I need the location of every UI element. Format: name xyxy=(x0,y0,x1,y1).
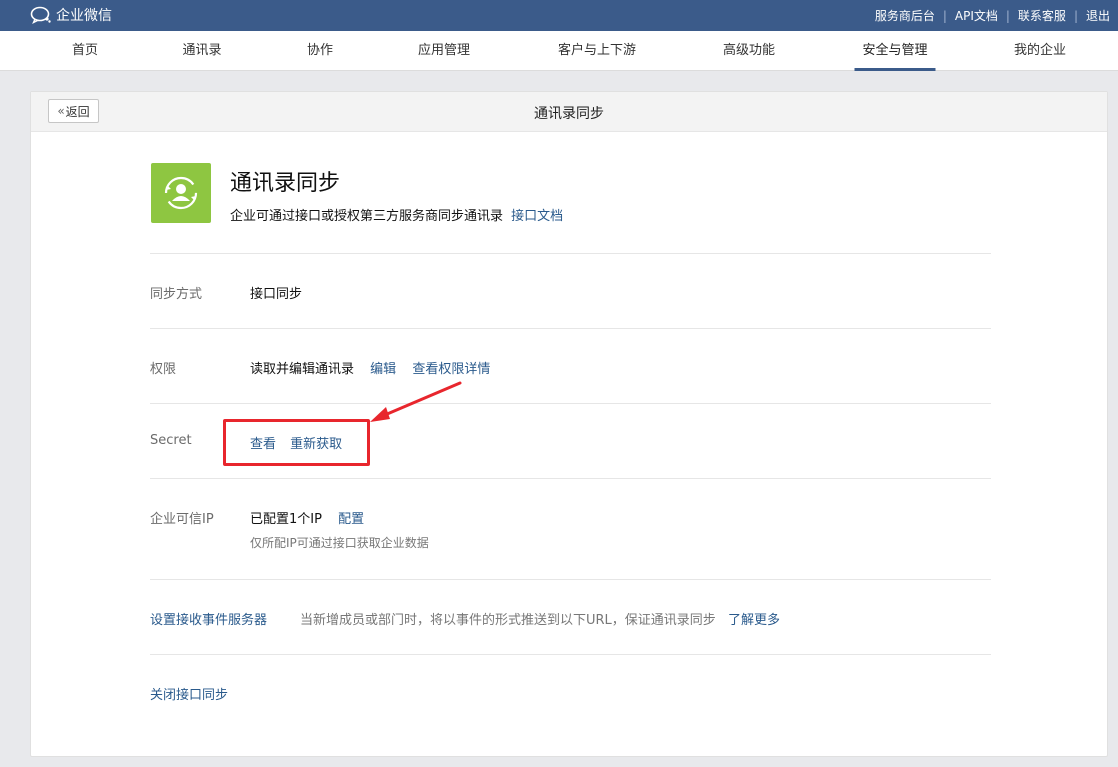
content-card: « 返回 通讯录同步 通讯录同步 企业可通过接口或授权第三方服务商同步通讯录 接… xyxy=(30,91,1108,757)
app-name: 通讯录同步 xyxy=(230,171,341,196)
nav-app-management[interactable]: 应用管理 xyxy=(418,31,470,71)
event-server-hint: 当新增成员或部门时，将以事件的形式推送到以下URL，保证通讯录同步 xyxy=(300,613,716,628)
api-doc-link[interactable]: 接口文档 xyxy=(511,209,563,224)
nav-contacts[interactable]: 通讯录 xyxy=(182,31,221,71)
wecom-logo-icon xyxy=(30,6,51,24)
divider xyxy=(150,253,991,254)
nav-collaboration[interactable]: 协作 xyxy=(307,31,333,71)
arrow-annotation-icon xyxy=(370,381,462,422)
card-header: « 返回 通讯录同步 xyxy=(31,92,1107,132)
brand-logo[interactable]: 企业微信 xyxy=(30,5,112,25)
trusted-ip-label: 企业可信IP xyxy=(150,512,214,527)
top-bar: 企业微信 服务商后台 | API文档 | 联系客服 | 退出 xyxy=(0,0,1118,31)
divider: | xyxy=(1073,8,1078,23)
sync-mode-label: 同步方式 xyxy=(150,287,203,302)
user-sync-icon xyxy=(164,176,198,210)
api-docs-link[interactable]: API文档 xyxy=(955,7,998,24)
divider xyxy=(150,328,991,329)
divider xyxy=(150,478,991,479)
app-description-text: 企业可通过接口或授权第三方服务商同步通讯录 xyxy=(230,209,504,224)
main-nav: 首页 通讯录 协作 应用管理 客户与上下游 高级功能 安全与管理 我的企业 xyxy=(0,31,1118,71)
divider xyxy=(150,654,991,655)
trusted-ip-value: 已配置1个IP xyxy=(250,512,322,527)
app-description: 企业可通过接口或授权第三方服务商同步通讯录 接口文档 xyxy=(230,205,563,224)
trusted-ip-note: 仅所配IP可通过接口获取企业数据 xyxy=(250,536,429,550)
permission-label: 权限 xyxy=(150,362,177,377)
logout-link[interactable]: 退出 xyxy=(1086,7,1110,24)
nav-advanced[interactable]: 高级功能 xyxy=(723,31,775,71)
contact-support-link[interactable]: 联系客服 xyxy=(1018,7,1066,24)
permission-details-link[interactable]: 查看权限详情 xyxy=(412,362,490,377)
page-title: 通讯录同步 xyxy=(534,106,604,122)
event-server-hint-row: 当新增成员或部门时，将以事件的形式推送到以下URL，保证通讯录同步 了解更多 xyxy=(300,609,780,628)
nav-customers[interactable]: 客户与上下游 xyxy=(558,31,636,71)
highlight-box xyxy=(223,419,370,466)
divider: | xyxy=(1005,8,1010,23)
close-sync-link[interactable]: 关闭接口同步 xyxy=(150,684,228,703)
nav-home[interactable]: 首页 xyxy=(72,31,98,71)
nav-security-management[interactable]: 安全与管理 xyxy=(854,31,936,71)
provider-console-link[interactable]: 服务商后台 xyxy=(875,7,935,24)
trusted-ip-row: 已配置1个IP 配置 xyxy=(250,508,364,527)
edit-permission-link[interactable]: 编辑 xyxy=(370,362,396,377)
top-links: 服务商后台 | API文档 | 联系客服 | 退出 xyxy=(875,7,1110,24)
brand-name: 企业微信 xyxy=(56,8,112,24)
permission-row: 读取并编辑通讯录 编辑 查看权限详情 xyxy=(250,358,490,377)
configure-ip-link[interactable]: 配置 xyxy=(338,512,364,527)
nav-my-company[interactable]: 我的企业 xyxy=(1014,31,1066,71)
contacts-sync-icon xyxy=(151,163,211,223)
secret-label: Secret xyxy=(150,433,192,448)
divider xyxy=(150,579,991,580)
permission-value: 读取并编辑通讯录 xyxy=(250,362,355,377)
event-server-link[interactable]: 设置接收事件服务器 xyxy=(150,609,267,628)
sync-mode-value: 接口同步 xyxy=(250,287,303,302)
learn-more-link[interactable]: 了解更多 xyxy=(728,613,780,628)
divider: | xyxy=(942,8,947,23)
divider xyxy=(150,403,991,404)
